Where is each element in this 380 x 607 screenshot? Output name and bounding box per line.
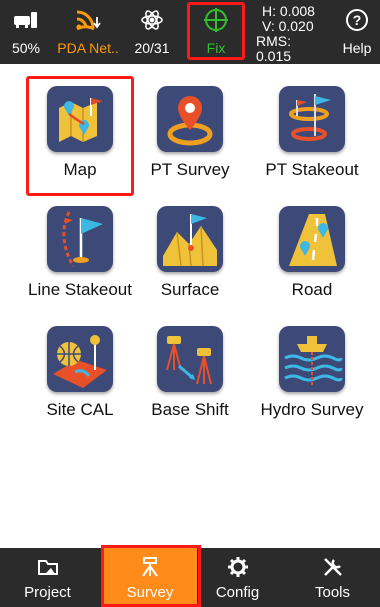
hydro-survey-icon bbox=[279, 326, 345, 392]
nav-config[interactable]: Config bbox=[190, 548, 285, 607]
h-precision: H: 0.008 bbox=[262, 3, 315, 19]
tile-label: Surface bbox=[160, 280, 220, 299]
signal-icon bbox=[52, 8, 124, 32]
network-status[interactable]: PDA Net.. bbox=[52, 0, 124, 64]
folder-icon bbox=[0, 556, 95, 580]
stakeout-icon bbox=[279, 86, 345, 152]
pin-survey-icon bbox=[157, 86, 223, 152]
base-shift-icon bbox=[157, 326, 223, 392]
tile-road[interactable]: Road bbox=[252, 196, 372, 306]
satellite-status[interactable]: 20/31 bbox=[124, 0, 180, 64]
battery-icon bbox=[0, 8, 52, 32]
tools-icon bbox=[285, 556, 380, 580]
tile-label: Line Stakeout bbox=[28, 280, 132, 299]
tile-surface[interactable]: Surface bbox=[130, 196, 250, 306]
tile-pt-survey[interactable]: PT Survey bbox=[130, 76, 250, 186]
fix-highlight-box bbox=[187, 2, 245, 60]
v-precision: V: 0.020 bbox=[262, 18, 314, 34]
tile-site-cal[interactable]: Site CAL bbox=[20, 316, 140, 426]
nav-label: Config bbox=[215, 584, 260, 601]
help-label: Help bbox=[342, 40, 372, 56]
status-bar: 50% PDA Net.. 20/31 Fix H: 0.008 V: 0.02… bbox=[0, 0, 380, 64]
tile-label: Base Shift bbox=[151, 400, 229, 419]
rms-value: RMS: 0.015 bbox=[256, 33, 292, 64]
nav-label: Tools bbox=[314, 584, 351, 601]
tile-label: Road bbox=[291, 280, 333, 299]
help-icon: ? bbox=[334, 8, 380, 32]
tile-pt-stakeout[interactable]: PT Stakeout bbox=[252, 76, 372, 186]
nav-label: Project bbox=[24, 584, 71, 601]
battery-label: 50% bbox=[11, 40, 41, 56]
tile-base-shift[interactable]: Base Shift bbox=[130, 316, 250, 426]
nav-tools[interactable]: Tools bbox=[285, 548, 380, 607]
tile-line-stakeout[interactable]: Line Stakeout bbox=[20, 196, 140, 306]
battery-status[interactable]: 50% bbox=[0, 0, 52, 64]
gear-icon bbox=[190, 556, 285, 580]
tile-hydro-survey[interactable]: Hydro Survey bbox=[252, 316, 372, 426]
help-button[interactable]: ? Help bbox=[334, 0, 380, 64]
survey-highlight-box bbox=[101, 545, 201, 607]
nav-project[interactable]: Project bbox=[0, 548, 95, 607]
network-label: PDA Net.. bbox=[57, 40, 119, 56]
satellite-icon bbox=[124, 8, 180, 32]
tile-label: Hydro Survey bbox=[260, 400, 364, 419]
map-highlight-box bbox=[26, 76, 134, 196]
tile-label: Site CAL bbox=[46, 400, 114, 419]
satellite-label: 20/31 bbox=[134, 40, 170, 56]
line-stakeout-icon bbox=[47, 206, 113, 272]
svg-text:?: ? bbox=[353, 12, 362, 28]
surface-icon bbox=[157, 206, 223, 272]
tile-label: PT Survey bbox=[150, 160, 230, 179]
survey-menu-grid: Map PT Survey PT Stakeout Line Stakeout … bbox=[0, 64, 380, 548]
tile-label: PT Stakeout bbox=[265, 160, 359, 179]
precision-metrics[interactable]: H: 0.008 V: 0.020 RMS: 0.015 bbox=[256, 4, 320, 64]
road-icon bbox=[279, 206, 345, 272]
site-cal-icon bbox=[47, 326, 113, 392]
